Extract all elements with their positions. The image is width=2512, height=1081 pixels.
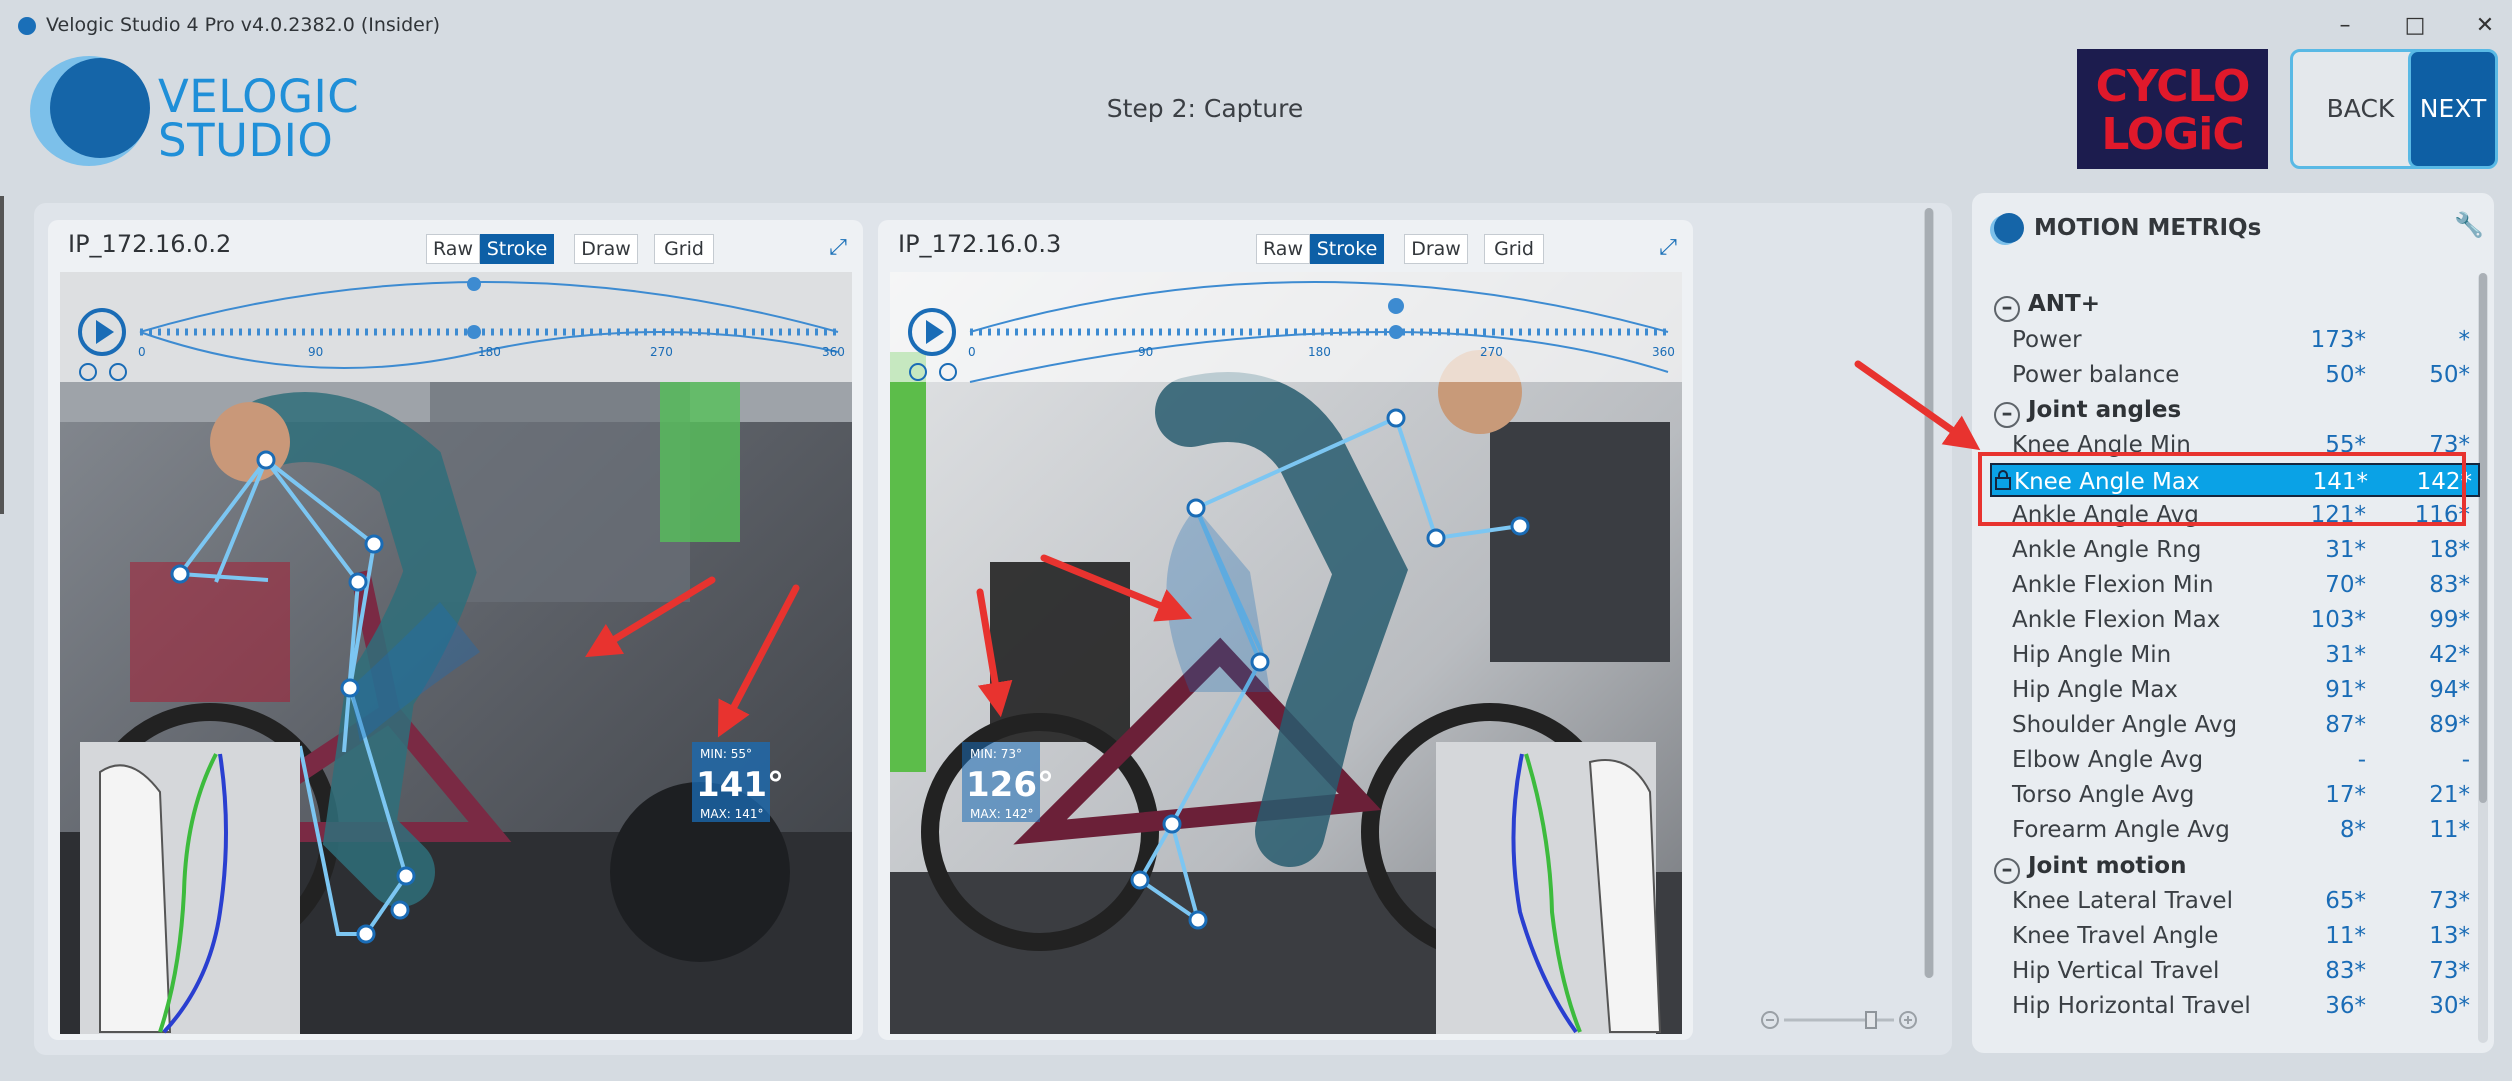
metric-row[interactable]: Knee Angle Min 55* 73* bbox=[1990, 428, 2480, 462]
metric-row[interactable]: Hip Vertical Travel 83* 73* bbox=[1990, 954, 2480, 988]
metric-row[interactable]: Torso Angle Avg 17* 21* bbox=[1990, 778, 2480, 812]
camera-video[interactable]: 0 90 180 270 360 MIN: 73° 126° MAX: 142° bbox=[890, 272, 1682, 1034]
camera-title: IP_172.16.0.3 bbox=[898, 230, 1062, 258]
zoom-slider[interactable] bbox=[1760, 1009, 1920, 1031]
draw-toggle[interactable]: Draw bbox=[574, 234, 638, 264]
timeline-tick: 360 bbox=[1652, 345, 1675, 359]
step-title: Step 2: Capture bbox=[1106, 94, 1304, 123]
timeline-tick: 0 bbox=[138, 345, 146, 359]
section-joint-motion[interactable]: – Joint motion bbox=[1994, 853, 2186, 884]
motion-metrics-panel: MOTION METRIQs 🔧 – ANT+ Power 173* * Powe… bbox=[1972, 193, 2494, 1053]
grid-toggle[interactable]: Grid bbox=[654, 234, 714, 264]
lock-icon bbox=[1995, 470, 2011, 490]
stroke-toggle[interactable]: Stroke bbox=[1310, 234, 1384, 264]
angle-min-label: MIN: 73° bbox=[970, 747, 1022, 761]
metric-row[interactable]: Power 173* * bbox=[1990, 323, 2480, 357]
minimize-icon[interactable]: – bbox=[2322, 8, 2368, 44]
metric-row[interactable]: Ankle Flexion Max 103* 99* bbox=[1990, 603, 2480, 637]
left-edge-scrollbar[interactable] bbox=[0, 196, 4, 514]
camera-title: IP_172.16.0.2 bbox=[68, 230, 232, 258]
angle-value: 126° bbox=[966, 765, 1054, 805]
camera-video[interactable]: 0 90 180 270 360 MIN: 55° 141° MAX: 141° bbox=[60, 272, 852, 1034]
maximize-icon[interactable]: □ bbox=[2392, 8, 2438, 44]
timeline-tick: 180 bbox=[478, 345, 501, 359]
metric-row[interactable]: Forearm Angle Avg 8* 11* bbox=[1990, 813, 2480, 847]
window-title: Velogic Studio 4 Pro v4.0.2382.0 (Inside… bbox=[46, 14, 441, 36]
draw-toggle[interactable]: Draw bbox=[1404, 234, 1468, 264]
timeline-tick: 90 bbox=[308, 345, 323, 359]
stroke-toggle[interactable]: Stroke bbox=[480, 234, 554, 264]
raw-toggle[interactable]: Raw bbox=[1256, 234, 1310, 264]
angle-max-label: MAX: 142° bbox=[970, 807, 1034, 821]
camera-panel-1: IP_172.16.0.2 Raw Stroke Draw Grid ⤢ 0 9… bbox=[48, 220, 863, 1040]
metrics-title: MOTION METRIQs bbox=[2034, 215, 2262, 241]
timeline-tick: 180 bbox=[1308, 345, 1331, 359]
metric-row[interactable]: Ankle Angle Avg 121* 116* bbox=[1990, 498, 2480, 532]
collapse-icon[interactable]: – bbox=[1994, 402, 2020, 428]
angle-min-label: MIN: 55° bbox=[700, 747, 752, 761]
metric-row[interactable]: Power balance 50* 50* bbox=[1990, 358, 2480, 392]
workspace-scrollbar[interactable] bbox=[1924, 208, 1934, 978]
cyclologic-logo: CYCLO LOGiC bbox=[2077, 49, 2268, 169]
metric-row[interactable]: Ankle Angle Rng 31* 18* bbox=[1990, 533, 2480, 567]
metric-row-selected[interactable]: Knee Angle Max 141* 142* bbox=[1990, 463, 2480, 497]
metric-row[interactable]: Hip Angle Max 91* 94* bbox=[1990, 673, 2480, 707]
timeline-tick: 0 bbox=[968, 345, 976, 359]
metric-row[interactable]: Knee Travel Angle 11* 13* bbox=[1990, 919, 2480, 953]
settings-wrench-icon[interactable]: 🔧 bbox=[2454, 211, 2484, 239]
app-icon bbox=[18, 17, 36, 35]
metric-row[interactable]: Hip Angle Min 31* 42* bbox=[1990, 638, 2480, 672]
logo-line2: STUDIO bbox=[158, 114, 334, 167]
timeline-tick: 270 bbox=[650, 345, 673, 359]
collapse-icon[interactable]: – bbox=[1994, 296, 2020, 322]
camera-scene: 0 90 180 270 360 MIN: 55° 141° MAX: 141° bbox=[60, 272, 852, 1034]
velogic-logo: VELOGIC STUDIO bbox=[26, 52, 359, 170]
grid-toggle[interactable]: Grid bbox=[1484, 234, 1544, 264]
camera-panel-2: IP_172.16.0.3 Raw Stroke Draw Grid ⤢ 0 9… bbox=[878, 220, 1693, 1040]
metric-row[interactable]: Knee Lateral Travel 65* 73* bbox=[1990, 884, 2480, 918]
expand-icon[interactable]: ⤢ bbox=[1654, 234, 1682, 262]
metric-row[interactable]: Hip Horizontal Travel 36* 30* bbox=[1990, 989, 2480, 1023]
expand-icon[interactable]: ⤢ bbox=[824, 234, 852, 262]
metric-row[interactable]: Elbow Angle Avg - - bbox=[1990, 743, 2480, 777]
timeline-tick: 270 bbox=[1480, 345, 1503, 359]
section-ant-plus[interactable]: – ANT+ bbox=[1994, 291, 2100, 322]
metric-row[interactable]: Ankle Flexion Min 70* 83* bbox=[1990, 568, 2480, 602]
metric-row[interactable]: Shoulder Angle Avg 87* 89* bbox=[1990, 708, 2480, 742]
angle-value: 141° bbox=[696, 765, 784, 805]
metriqs-logo-icon bbox=[1994, 213, 2024, 243]
window-titlebar: Velogic Studio 4 Pro v4.0.2382.0 (Inside… bbox=[0, 0, 2512, 52]
close-icon[interactable]: ✕ bbox=[2462, 8, 2508, 44]
timeline-tick: 360 bbox=[822, 345, 845, 359]
raw-toggle[interactable]: Raw bbox=[426, 234, 480, 264]
timeline-tick: 90 bbox=[1138, 345, 1153, 359]
section-joint-angles[interactable]: – Joint angles bbox=[1994, 397, 2181, 428]
camera-scene: 0 90 180 270 360 MIN: 73° 126° MAX: 142° bbox=[890, 272, 1682, 1034]
collapse-icon[interactable]: – bbox=[1994, 858, 2020, 884]
angle-max-label: MAX: 141° bbox=[700, 807, 764, 821]
next-button[interactable]: NEXT bbox=[2408, 49, 2498, 169]
